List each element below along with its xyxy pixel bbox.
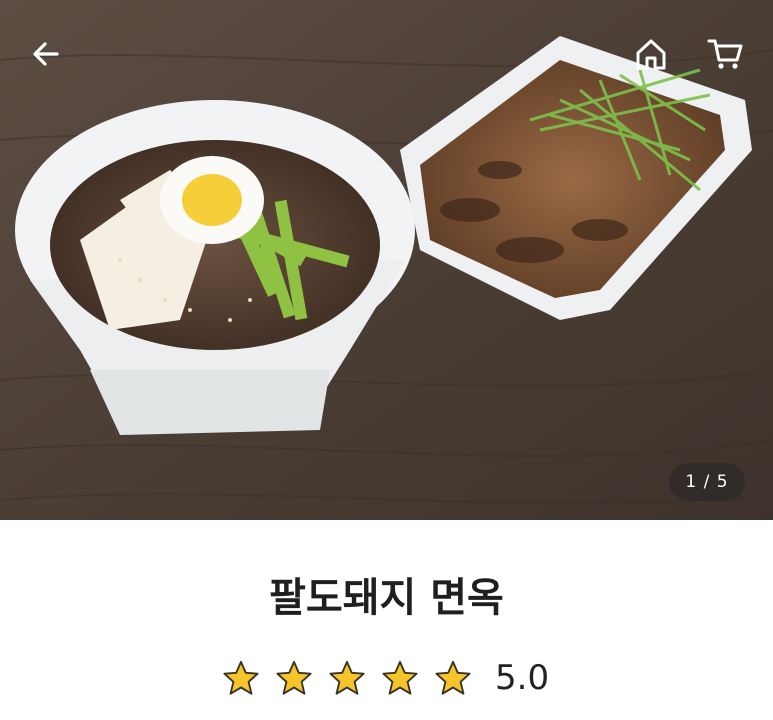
home-icon: [636, 39, 666, 70]
star-icon: [329, 660, 365, 695]
arrow-left-icon: [33, 42, 59, 66]
image-counter: 1 / 5: [669, 463, 745, 501]
cart-button[interactable]: [705, 34, 745, 74]
store-name: 팔도돼지 면옥: [269, 575, 504, 621]
cart-icon: [707, 39, 743, 69]
rating: 5.0: [222, 655, 549, 701]
back-button[interactable]: [26, 34, 66, 74]
home-button[interactable]: [631, 34, 671, 74]
rating-value: 5.0: [495, 658, 550, 698]
star-icon: [276, 660, 312, 695]
star-icon: [223, 660, 259, 695]
product-photo: [0, 0, 773, 520]
star-icon: [382, 660, 418, 695]
star-icon: [435, 660, 471, 695]
product-image-gallery[interactable]: 1 / 5: [0, 0, 773, 520]
